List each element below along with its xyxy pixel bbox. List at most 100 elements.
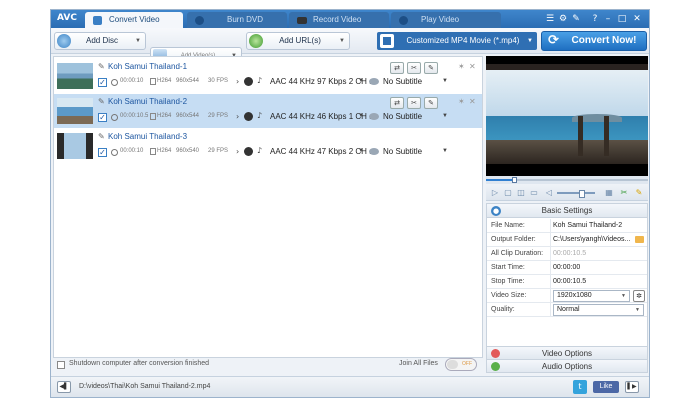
tools-icon[interactable]: ✎ [571, 14, 581, 24]
speaker-icon: ♪ [257, 76, 263, 85]
audio-options-header[interactable]: Audio Options [487, 359, 647, 372]
setting-label: Start Time: [491, 264, 525, 271]
menu-icon[interactable]: ☰ [545, 14, 555, 24]
tab-record-video[interactable]: Record Video [289, 12, 389, 28]
star-icon[interactable]: ✶ [458, 97, 465, 106]
facebook-like-button[interactable]: Like [593, 381, 619, 393]
join-files-toggle[interactable]: OFF [445, 358, 477, 371]
collapse-right-button[interactable]: ▌▶ [625, 381, 639, 393]
effects-button[interactable]: ⇄ [390, 97, 404, 109]
folder-icon[interactable] [635, 236, 644, 243]
file-row[interactable]: ✎ Koh Samui Thailand-3 ✓ 00:00:10 H264 9… [54, 129, 482, 163]
subtitle-select[interactable]: No Subtitle [383, 147, 422, 156]
file-checkbox[interactable]: ✓ [98, 148, 107, 157]
chevron-down-icon[interactable]: ▼ [358, 78, 364, 84]
crop-button[interactable]: ✎ [424, 62, 438, 74]
chevron-down-icon[interactable]: ▼ [339, 33, 345, 49]
chevron-down-icon[interactable]: ▼ [358, 148, 364, 154]
remove-icon[interactable]: ✕ [469, 97, 476, 106]
file-checkbox[interactable]: ✓ [98, 78, 107, 87]
file-row[interactable]: ✎ Koh Samui Thailand-2 ✓ 00:00:10.5 H264… [54, 94, 482, 128]
stop-time-field[interactable]: 00:00:10.5 [553, 278, 586, 285]
remove-icon[interactable]: ✕ [469, 62, 476, 71]
split-icon[interactable]: ✂ [619, 188, 629, 198]
video-options-header[interactable]: Video Options [487, 346, 647, 359]
folder-icon[interactable]: ▭ [529, 188, 539, 198]
video-thumbnail[interactable] [57, 98, 93, 124]
convert-label: Convert Now! [571, 35, 637, 46]
subtitle-select[interactable]: No Subtitle [383, 77, 422, 86]
file-list: ✎ Koh Samui Thailand-1 ✓ 00:00:10 H264 9… [53, 56, 483, 358]
chevron-down-icon[interactable]: ▼ [442, 148, 448, 154]
tab-convert-video[interactable]: Convert Video [85, 12, 183, 28]
video-size-select[interactable]: 1920x1080 ▼ [553, 290, 630, 302]
twitter-icon[interactable]: t [573, 380, 587, 394]
output-format-select[interactable]: Customized MP4 Movie (*.mp4) ▼ [377, 32, 537, 50]
tab-label: Record Video [313, 15, 362, 24]
subtitle-select[interactable]: No Subtitle [383, 112, 422, 121]
file-checkbox[interactable]: ✓ [98, 113, 107, 122]
globe-add-icon [249, 34, 263, 48]
setting-row-stop-time: Stop Time: 00:00:10.5 [487, 275, 647, 289]
seek-handle[interactable] [512, 177, 517, 183]
file-duration: 00:00:10 [120, 148, 144, 154]
tools-icon[interactable]: ✎ [634, 188, 644, 198]
collapse-left-button[interactable]: ◀▌ [57, 381, 71, 393]
chevron-down-icon[interactable]: ▼ [135, 33, 141, 49]
add-urls-button[interactable]: Add URL(s) ▼ [246, 32, 350, 50]
video-options-label: Video Options [541, 349, 593, 358]
volume-slider[interactable] [557, 190, 595, 198]
rename-pencil-icon[interactable]: ✎ [98, 62, 105, 71]
trim-button[interactable]: ✂ [407, 97, 421, 109]
chevron-down-icon[interactable]: ▼ [442, 113, 448, 119]
video-options-icon [491, 349, 500, 358]
audio-track-icon [244, 147, 253, 156]
convert-now-button[interactable]: ⟳ Convert Now! [541, 31, 647, 51]
quality-value: Normal [557, 306, 580, 313]
setting-row-output-folder: Output Folder: C:\Users\yangh\Videos... [487, 233, 647, 247]
setting-label: Video Size: [491, 292, 527, 299]
quality-select[interactable]: Normal ▼ [553, 304, 644, 316]
gear-icon[interactable]: ✲ [633, 290, 645, 302]
add-disc-label: Add Disc [85, 36, 118, 45]
seek-bar[interactable] [486, 176, 648, 184]
rename-pencil-icon[interactable]: ✎ [98, 97, 105, 106]
add-urls-label: Add URL(s) [279, 36, 321, 45]
help-icon[interactable]: ? [590, 14, 600, 24]
effects-button[interactable]: ⇄ [390, 62, 404, 74]
player-controls: ▷ ▢ ◫ ▭ ◁ ▦ ✂ ✎ [486, 185, 648, 201]
volume-icon[interactable]: ◁ [544, 188, 554, 198]
start-time-field[interactable]: 00:00:00 [553, 264, 580, 271]
video-thumbnail[interactable] [57, 133, 93, 159]
trim-button[interactable]: ✂ [407, 62, 421, 74]
video-thumbnail[interactable] [57, 63, 93, 89]
settings-gear-icon[interactable]: ⚙ [558, 14, 568, 24]
snapshot-icon[interactable]: ◫ [516, 188, 526, 198]
video-codec: H264 [157, 113, 172, 119]
output-folder-field[interactable]: C:\Users\yangh\Videos... [553, 236, 630, 243]
close-button[interactable]: ✕ [632, 14, 642, 24]
video-file-icon [150, 113, 156, 120]
star-icon[interactable]: ✶ [458, 62, 465, 71]
tab-play-video[interactable]: Play Video [391, 12, 501, 28]
chevron-down-icon[interactable]: ▼ [442, 78, 448, 84]
stop-icon[interactable]: ▢ [503, 188, 513, 198]
setting-row-start-time: Start Time: 00:00:00 [487, 261, 647, 275]
maximize-button[interactable]: □ [617, 14, 627, 24]
minimize-button[interactable]: – [603, 14, 613, 24]
add-disc-button[interactable]: Add Disc ▼ [54, 32, 146, 50]
video-preview[interactable] [486, 56, 648, 176]
tab-burn-dvd[interactable]: Burn DVD [187, 12, 287, 28]
chevron-down-icon[interactable]: ▼ [358, 113, 364, 119]
fullscreen-icon[interactable]: ▦ [604, 188, 614, 198]
file-name-field[interactable]: Koh Samui Thailand-2 [553, 222, 622, 229]
rename-pencil-icon[interactable]: ✎ [98, 132, 105, 141]
video-codec: H264 [157, 148, 172, 154]
shutdown-checkbox[interactable] [57, 361, 65, 369]
tab-label: Convert Video [109, 15, 160, 24]
play-icon[interactable]: ▷ [490, 188, 500, 198]
file-row[interactable]: ✎ Koh Samui Thailand-1 ✓ 00:00:10 H264 9… [54, 59, 482, 93]
file-duration: 00:00:10 [120, 78, 144, 84]
basic-settings-header[interactable]: ● Basic Settings [487, 204, 647, 218]
crop-button[interactable]: ✎ [424, 97, 438, 109]
